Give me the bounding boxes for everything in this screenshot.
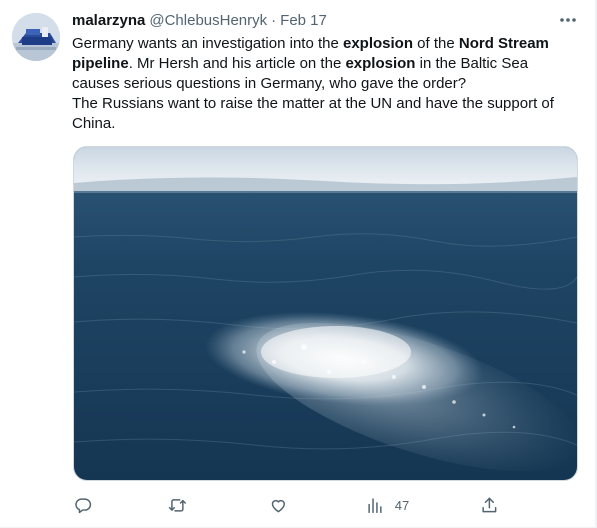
views-button[interactable]: 47 (366, 494, 409, 516)
views-count: 47 (394, 497, 410, 513)
text-bold: explosion (342, 35, 413, 52)
user-handle[interactable]: @ChlebusHenryk (149, 12, 267, 29)
tweet-card[interactable]: malarzyna @ChlebusHenryk · Feb 17 German… (0, 0, 597, 528)
tweet-media[interactable] (73, 146, 578, 481)
tweet-text: Germany wants an investigation into the … (72, 34, 577, 134)
action-bar: 47 (72, 494, 508, 516)
separator-dot: · (271, 11, 277, 29)
more-icon (560, 18, 576, 22)
reply-icon (75, 498, 92, 513)
text-segment: Germany wants an investigation into the (72, 35, 343, 52)
tweet-date[interactable]: Feb 17 (280, 12, 327, 29)
retweet-button[interactable] (168, 494, 187, 516)
text-segment: The Russians want to raise the matter at… (72, 95, 554, 132)
text-segment: . Mr Hersh and his article on the (128, 55, 346, 72)
text-segment: of the (413, 35, 459, 52)
text-bold: explosion (345, 55, 416, 72)
media-image (74, 147, 577, 480)
more-button[interactable] (557, 10, 579, 30)
reply-button[interactable] (74, 494, 93, 516)
avatar[interactable] (12, 13, 60, 61)
share-icon (482, 497, 497, 512)
views-icon (368, 498, 382, 513)
like-button[interactable] (269, 494, 288, 516)
share-button[interactable] (480, 494, 499, 516)
display-name[interactable]: malarzyna (72, 12, 145, 29)
avatar-image (12, 13, 60, 61)
retweet-icon (168, 498, 186, 512)
tweet-header: malarzyna @ChlebusHenryk · Feb 17 (72, 10, 327, 30)
like-icon (271, 499, 285, 512)
